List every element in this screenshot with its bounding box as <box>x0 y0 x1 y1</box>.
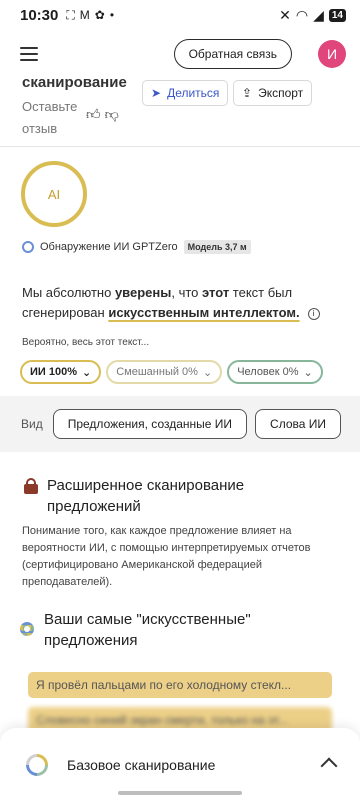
detector-label: Обнаружение ИИ GPTZero <box>40 241 178 253</box>
advanced-scan-description: Понимание того, как каждое предложение в… <box>22 525 311 588</box>
send-icon: ➤ <box>151 86 162 100</box>
bottom-sheet[interactable]: Базовое сканирование <box>0 728 360 800</box>
chevron-up-icon[interactable] <box>320 757 338 775</box>
battery-icon: 14 <box>328 8 346 22</box>
section-divider <box>0 146 360 147</box>
verdict-highlight: искусственным интеллектом. <box>108 305 300 320</box>
pill-label: Смешанный 0% <box>116 366 198 378</box>
export-label: Экспорт <box>258 86 304 100</box>
screenshot-icon: ⛶ <box>66 8 75 22</box>
probability-label: Вероятно, весь этот текст... <box>22 337 150 348</box>
thumbs-up-icon[interactable]: 👍︎ <box>86 106 101 123</box>
status-bar: 10:30 ⛶ M ✿ • ✕ ◠ ◢ 14 <box>0 0 360 30</box>
scan-progress-icon <box>26 754 48 776</box>
thumbs-down-icon[interactable]: 👎︎ <box>105 106 119 123</box>
gptzero-logo-icon <box>20 622 34 636</box>
status-time: 10:30 <box>20 6 59 24</box>
pill-label: ИИ 100% <box>30 366 78 378</box>
view-words-button[interactable]: Слова ИИ <box>255 409 342 439</box>
ai-sentences-title: Ваши самые "искусственные" предложения <box>44 611 251 649</box>
view-label: Вид <box>21 417 43 431</box>
share-button[interactable]: ➤ Делиться <box>142 80 229 106</box>
mute-icon: ✕ <box>279 6 291 23</box>
chevron-down-icon: ⌄ <box>202 366 213 379</box>
detector-row: Обнаружение ИИ GPTZero Модель 3,7 м <box>22 240 251 254</box>
app-icon: ✿ <box>94 8 105 22</box>
mixed-probability-pill[interactable]: Смешанный 0% ⌄ <box>106 360 223 384</box>
verdict-part: Мы абсолютно <box>22 285 115 300</box>
upload-icon: ⇪ <box>242 86 253 100</box>
scan-title: сканирование <box>22 74 127 91</box>
ai-sentence-item[interactable]: Я провёл пальцами по его холодному стекл… <box>28 672 332 698</box>
gptzero-icon <box>22 241 34 253</box>
info-icon[interactable]: i <box>307 308 320 320</box>
mail-icon: M <box>79 8 90 22</box>
wifi-icon: ◠ <box>295 6 309 23</box>
verdict-part: , что <box>171 285 202 300</box>
ai-score-ring: AI <box>21 161 87 227</box>
scan-summary: сканирование Оставьте отзыв 👍︎ 👎︎ ➤ Дели… <box>0 70 360 146</box>
feedback-prompt: Оставьте отзыв <box>22 99 78 136</box>
view-selector: Вид Предложения, созданные ИИ Слова ИИ <box>0 396 360 452</box>
basic-scan-label: Базовое сканирование <box>67 757 216 773</box>
verdict-emphasis: этот <box>202 285 230 300</box>
dot-icon: • <box>109 8 115 22</box>
chevron-down-icon: ⌄ <box>82 366 92 379</box>
probability-pills: ИИ 100% ⌄ Смешанный 0% ⌄ Человек 0% ⌄ <box>20 360 323 384</box>
system-icons: ✕ ◠ ◢ 14 <box>279 7 346 24</box>
hamburger-menu-icon[interactable] <box>20 47 38 61</box>
view-sentences-button[interactable]: Предложения, созданные ИИ <box>52 409 248 439</box>
rating-buttons: 👍︎ 👎︎ <box>86 106 119 123</box>
ai-probability-pill[interactable]: ИИ 100% ⌄ <box>20 360 102 384</box>
signal-icon: ◢ <box>313 6 324 23</box>
human-probability-pill[interactable]: Человек 0% ⌄ <box>227 360 323 384</box>
avatar[interactable]: И <box>318 40 346 68</box>
lock-icon <box>24 478 38 494</box>
advanced-scan-title: Расширенное сканирование предложений <box>47 477 245 515</box>
home-indicator[interactable] <box>118 791 242 795</box>
feedback-button[interactable]: Обратная связь <box>173 39 292 69</box>
pill-label: Человек 0% <box>237 366 299 378</box>
share-label: Делиться <box>167 86 220 100</box>
model-badge: Модель 3,7 м <box>183 240 251 254</box>
notification-icons: ⛶ M ✿ • <box>66 9 114 21</box>
export-button[interactable]: ⇪ Экспорт <box>233 80 313 106</box>
chevron-down-icon: ⌄ <box>303 366 313 379</box>
verdict-emphasis: уверены <box>114 285 172 300</box>
verdict-text: Мы абсолютно уверены, что этот текст был… <box>22 283 322 323</box>
